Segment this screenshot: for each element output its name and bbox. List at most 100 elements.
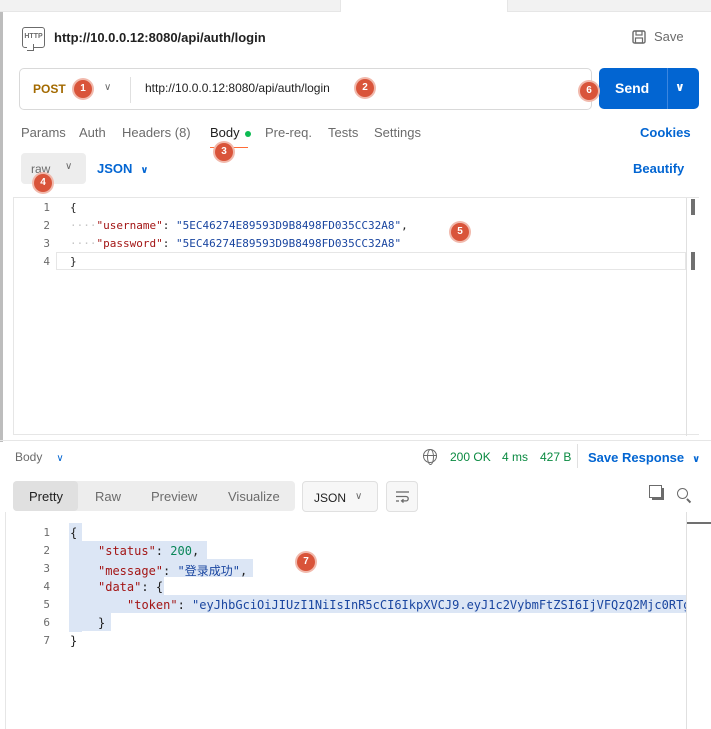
status-badge[interactable]: 200 OK (450, 450, 491, 464)
editor-scrollbar[interactable] (691, 199, 695, 215)
globe-icon[interactable] (423, 449, 437, 465)
save-button[interactable]: Save (632, 29, 684, 44)
response-section-label: Body (15, 450, 43, 464)
editor-scroll-marker (691, 252, 695, 270)
request-title: http://10.0.0.12:8080/api/auth/login (54, 30, 266, 45)
json-colon: : (177, 598, 193, 612)
tab-auth[interactable]: Auth (79, 125, 106, 140)
json-colon: : (163, 564, 178, 578)
body-format-select[interactable]: JSON ∨ (97, 161, 149, 176)
json-string: "登录成功" (177, 564, 240, 578)
window-tab-strip (0, 0, 711, 12)
json-comma: , (239, 564, 248, 578)
line-number: 1 (43, 526, 50, 539)
send-dropdown-icon[interactable]: ∨ (675, 80, 685, 94)
response-panel-edge (5, 512, 6, 729)
send-button[interactable]: Send ∨ (599, 68, 699, 109)
chevron-down-icon: ∨ (692, 454, 701, 465)
save-label: Save (654, 29, 684, 44)
chevron-down-icon: ∨ (355, 491, 363, 502)
save-response-label: Save Response (588, 450, 685, 465)
request-body-editor[interactable] (13, 197, 699, 436)
json-key: "token" (127, 598, 178, 612)
http-request-icon: HTTP (22, 27, 45, 48)
json-key: "message" (98, 564, 164, 578)
line-number: 2 (43, 219, 50, 232)
code-line: ····"username": "5EC46274E89593D9B8498FD… (70, 219, 408, 232)
view-visualize[interactable]: Visualize (228, 489, 280, 504)
wrap-lines-button[interactable] (386, 481, 418, 512)
json-brace: { (70, 201, 77, 214)
method-select[interactable]: POST (33, 82, 66, 96)
tab-body[interactable]: Body (210, 125, 251, 140)
annotation-badge: 4 (34, 174, 52, 192)
current-line-highlight (56, 252, 686, 270)
annotation-badge: 6 (580, 82, 598, 100)
tab-tests[interactable]: Tests (328, 125, 358, 140)
editor-ruler (686, 198, 687, 436)
tab-params[interactable]: Params (21, 125, 66, 140)
line-number: 7 (43, 634, 50, 647)
json-colon: : (155, 544, 171, 558)
code-line: "token": "eyJhbGciOiJIUzI1NiIsInR5cCI6Ik… (127, 598, 686, 612)
code-line: "data": { (98, 580, 163, 594)
indent-guide: ···· (70, 237, 97, 250)
tab-pre-request[interactable]: Pre-req. (265, 125, 312, 140)
view-preview[interactable]: Preview (151, 489, 197, 504)
url-input[interactable]: http://10.0.0.12:8080/api/auth/login (145, 81, 330, 95)
line-number: 3 (43, 562, 50, 575)
json-key: "password" (96, 237, 163, 250)
view-raw[interactable]: Raw (95, 489, 121, 504)
chevron-down-icon: ∨ (65, 161, 73, 172)
json-comma: , (401, 219, 408, 232)
response-section-toggle[interactable]: Body ∨ (15, 450, 64, 464)
method-chevron-icon[interactable]: ∨ (104, 82, 111, 93)
line-number: 4 (43, 580, 50, 593)
json-colon: : (162, 219, 176, 232)
code-line: { (70, 526, 77, 540)
line-number: 5 (43, 598, 50, 611)
tab-settings[interactable]: Settings (374, 125, 421, 140)
indent-guide: ···· (70, 219, 97, 232)
cookies-link[interactable]: Cookies (640, 125, 691, 140)
url-divider (130, 77, 131, 103)
line-number: 4 (43, 255, 50, 268)
response-size[interactable]: 427 B (540, 450, 571, 464)
active-window-tab[interactable] (340, 0, 508, 12)
left-scrollbar[interactable] (0, 12, 3, 442)
url-bar: POST ∨ http://10.0.0.12:8080/api/auth/lo… (19, 68, 592, 110)
code-line: } (70, 634, 77, 648)
line-number: 2 (43, 544, 50, 557)
annotation-badge: 5 (451, 223, 469, 241)
response-time[interactable]: 4 ms (502, 450, 528, 464)
response-format-select[interactable]: JSON ∨ (302, 481, 378, 512)
annotation-badge: 7 (297, 553, 315, 571)
tab-body-label: Body (210, 125, 240, 140)
body-mode-select[interactable]: raw ∨ (21, 153, 86, 184)
response-divider[interactable] (0, 440, 711, 441)
json-string: "eyJhbGciOiJIUzI1NiIsInR5cCI6IkpXVCJ9.ey… (192, 598, 686, 612)
json-brace: { (155, 580, 164, 594)
search-icon[interactable] (677, 488, 688, 499)
response-scrollbar[interactable] (687, 522, 711, 524)
json-key: "data" (98, 580, 142, 594)
json-brace: } (98, 616, 106, 630)
json-key: "username" (96, 219, 163, 232)
view-pretty[interactable]: Pretty (29, 489, 63, 504)
code-line: } (70, 255, 77, 268)
chevron-down-icon: ∨ (56, 453, 64, 464)
send-label: Send (615, 80, 650, 96)
copy-icon[interactable] (649, 485, 664, 500)
tab-headers[interactable]: Headers (8) (122, 125, 191, 140)
json-brace: } (70, 634, 78, 648)
code-line: ····"password": "5EC46274E89593D9B8498FD… (70, 237, 401, 250)
beautify-button[interactable]: Beautify (633, 161, 684, 176)
json-colon: : (141, 580, 156, 594)
line-number: 3 (43, 237, 50, 250)
response-ruler (686, 512, 687, 729)
save-icon (632, 29, 646, 44)
save-response-button[interactable]: Save Response ∨ (588, 450, 700, 465)
wrap-lines-icon (396, 491, 409, 503)
json-comma: , (191, 544, 200, 558)
json-number: 200 (170, 544, 192, 558)
